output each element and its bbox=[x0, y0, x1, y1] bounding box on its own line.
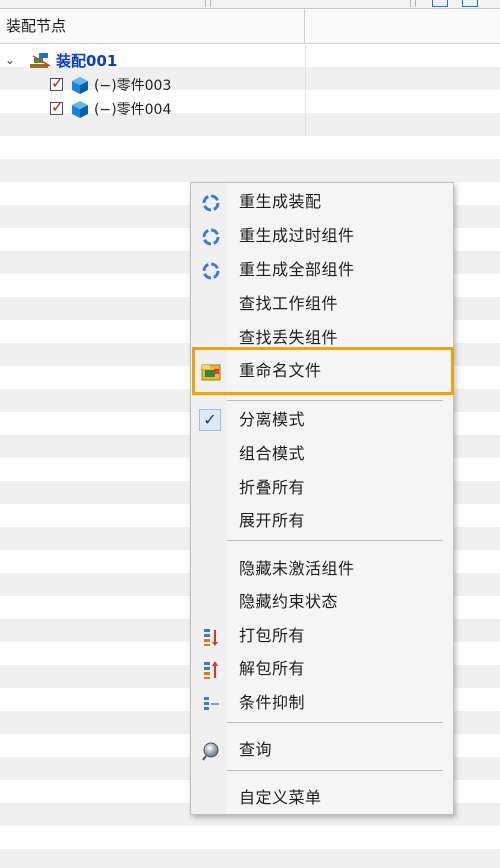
assembly-icon bbox=[30, 53, 52, 69]
menu-item-query[interactable]: 查询 bbox=[193, 735, 451, 765]
pack-icon bbox=[201, 627, 221, 647]
visibility-checkbox[interactable]: ✓ bbox=[50, 74, 64, 92]
menu-item-find-work-component[interactable]: 查找工作组件 bbox=[193, 289, 451, 319]
visibility-checkbox[interactable]: ✓ bbox=[50, 98, 64, 116]
menu-item-label: 组合模式 bbox=[239, 444, 306, 463]
checkmark-icon: ✓ bbox=[51, 74, 64, 92]
menu-item-conditional-suppress[interactable]: 条件抑制 bbox=[193, 688, 451, 718]
menu-separator bbox=[227, 540, 443, 541]
suppress-icon bbox=[201, 694, 221, 714]
menu-item-hide-inactive[interactable]: 隐藏未激活组件 bbox=[193, 554, 451, 584]
tree-row-part[interactable]: ✓ (−)零件003 bbox=[0, 74, 305, 98]
query-icon bbox=[201, 741, 221, 761]
menu-item-label: 查找丢失组件 bbox=[239, 328, 339, 347]
menu-item-label: 展开所有 bbox=[239, 511, 306, 530]
menu-item-label: 查找工作组件 bbox=[239, 294, 339, 313]
toolbar-divider bbox=[410, 0, 416, 7]
menu-item-label: 重生成全部组件 bbox=[239, 260, 355, 279]
tree-row-assembly[interactable]: ⌄ 装配001 bbox=[0, 49, 305, 73]
checked-icon: ✓ bbox=[199, 409, 221, 431]
menu-item-combine-mode[interactable]: 组合模式 bbox=[193, 439, 451, 469]
menu-item-expand-all[interactable]: 展开所有 bbox=[193, 506, 451, 536]
menu-item-regenerate-outdated[interactable]: 重生成过时组件 bbox=[193, 221, 451, 251]
menu-item-label: 重生成装配 bbox=[239, 192, 322, 211]
menu-item-label: 折叠所有 bbox=[239, 478, 306, 497]
tree-header: 装配节点 bbox=[0, 9, 500, 44]
chevron-down-icon[interactable]: ⌄ bbox=[5, 52, 19, 68]
part-cube-icon bbox=[72, 77, 88, 94]
regen-icon bbox=[201, 261, 221, 281]
menu-item-regenerate-all[interactable]: 重生成全部组件 bbox=[193, 255, 451, 285]
toolbar-button[interactable] bbox=[462, 0, 478, 7]
rename-file-icon bbox=[201, 362, 221, 382]
menu-item-hide-constraint-status[interactable]: 隐藏约束状态 bbox=[193, 587, 451, 617]
menu-item-label: 重生成过时组件 bbox=[239, 226, 355, 245]
toolbar-divider bbox=[205, 0, 211, 7]
menu-item-label: 隐藏未激活组件 bbox=[239, 559, 355, 578]
menu-item-separate-mode[interactable]: ✓ 分离模式 bbox=[193, 405, 451, 435]
context-menu: 重生成装配 重生成过时组件 重生成全部组件 查找工作组件 查找丢失组件 重命名文… bbox=[190, 182, 454, 815]
menu-item-label: 打包所有 bbox=[239, 626, 306, 645]
tree-row-part[interactable]: ✓ (−)零件004 bbox=[0, 98, 305, 122]
part-cube-icon bbox=[72, 101, 88, 118]
menu-item-label: 条件抑制 bbox=[239, 693, 306, 712]
menu-item-customize-menu[interactable]: 自定义菜单 bbox=[193, 783, 451, 813]
menu-item-label: 自定义菜单 bbox=[239, 788, 322, 807]
column-divider bbox=[305, 44, 306, 136]
menu-item-pack-all[interactable]: 打包所有 bbox=[193, 621, 451, 651]
regen-icon bbox=[201, 193, 221, 213]
menu-item-label: 重命名文件 bbox=[239, 361, 322, 380]
checkmark-icon: ✓ bbox=[51, 98, 64, 116]
toolbar-button[interactable] bbox=[432, 0, 448, 7]
menu-separator bbox=[227, 722, 443, 723]
menu-item-collapse-all[interactable]: 折叠所有 bbox=[193, 473, 451, 503]
part-label: (−)零件004 bbox=[94, 102, 172, 118]
menu-separator bbox=[227, 770, 443, 771]
menu-item-label: 分离模式 bbox=[239, 410, 306, 429]
regen-icon bbox=[201, 227, 221, 247]
column-header-assembly-node[interactable]: 装配节点 bbox=[0, 9, 305, 43]
menu-item-label: 查询 bbox=[239, 740, 273, 759]
menu-item-label: 解包所有 bbox=[239, 659, 306, 678]
menu-item-rename-file[interactable]: 重命名文件 bbox=[193, 356, 451, 386]
assembly-label: 装配001 bbox=[56, 52, 118, 70]
menu-item-label: 隐藏约束状态 bbox=[239, 592, 339, 611]
menu-item-regenerate-assembly[interactable]: 重生成装配 bbox=[193, 187, 451, 217]
menu-item-unpack-all[interactable]: 解包所有 bbox=[193, 654, 451, 684]
part-label: (−)零件003 bbox=[94, 78, 172, 94]
unpack-icon bbox=[201, 660, 221, 680]
menu-separator bbox=[227, 400, 443, 401]
top-toolbar-strip bbox=[0, 0, 500, 9]
